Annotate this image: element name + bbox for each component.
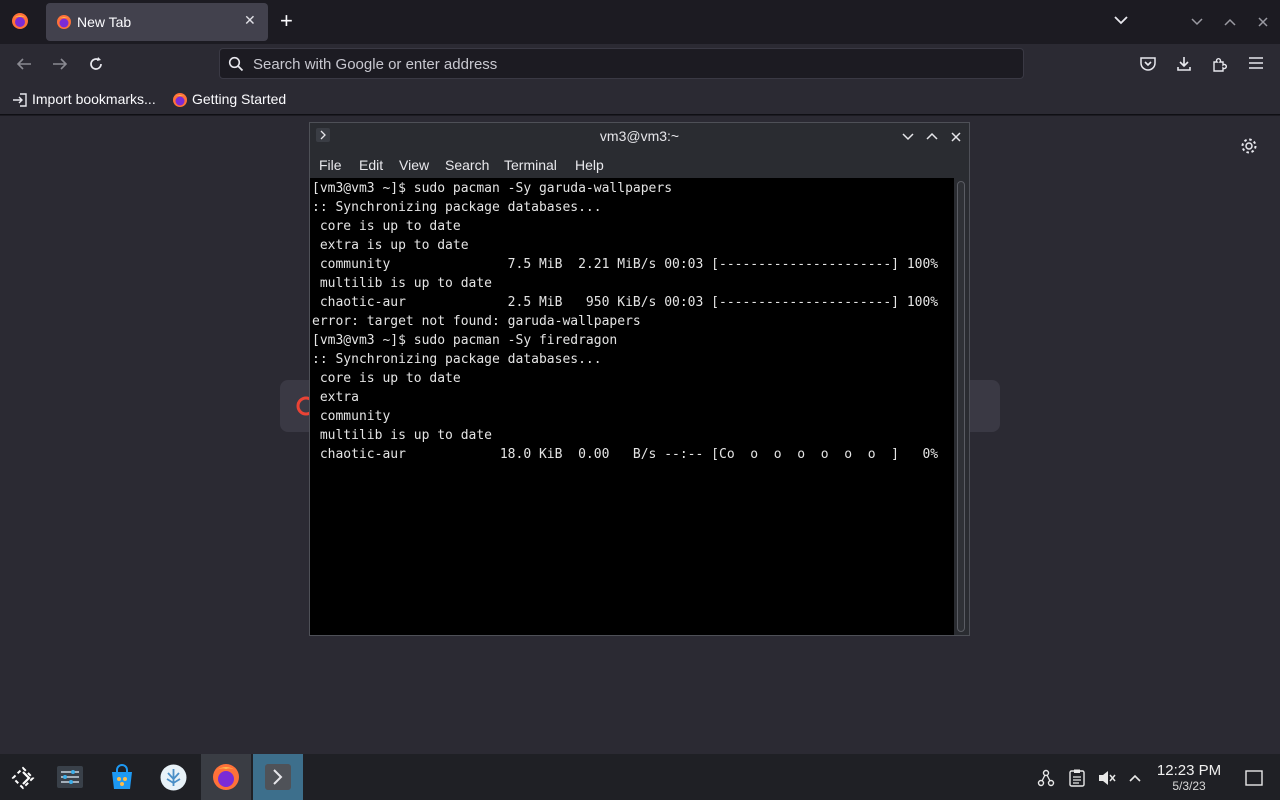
terminal-titlebar[interactable]: vm3@vm3:~ [310, 123, 969, 150]
settings-app-icon[interactable] [46, 754, 96, 800]
import-icon [12, 92, 28, 113]
address-bar[interactable]: Search with Google or enter address [219, 48, 1024, 79]
search-icon [228, 56, 244, 77]
terminal-line: :: Synchronizing package databases... [312, 352, 602, 367]
terminal-line: extra [312, 390, 359, 405]
terminal-line: error: target not found: garuda-wallpape… [312, 314, 641, 329]
navigation-toolbar: Search with Google or enter address [0, 44, 1280, 84]
terminal-line: community 7.5 MiB 2.21 MiB/s 00:03 [----… [312, 257, 939, 272]
discover-store-icon[interactable] [97, 754, 147, 800]
taskbar-firefox[interactable] [201, 754, 251, 800]
firefox-menu-icon[interactable] [11, 12, 29, 35]
terminal-line: multilib is up to date [312, 276, 493, 291]
maximize-window-icon[interactable] [1223, 15, 1237, 33]
terminal-maximize-icon[interactable] [925, 129, 939, 147]
browser-tab-bar: New Tab ✕ + [0, 0, 1280, 44]
list-all-tabs-icon[interactable] [1113, 12, 1129, 33]
bookmark-getting-started[interactable]: Getting Started [192, 91, 286, 107]
clock-date[interactable]: 5/3/23 [1150, 780, 1228, 793]
show-desktop-icon[interactable] [1245, 770, 1263, 791]
terminal-output[interactable]: [vm3@vm3 ~]$ sudo pacman -Sy garuda-wall… [310, 178, 954, 635]
terminal-line: extra is up to date [312, 238, 469, 253]
clipboard-icon[interactable] [1069, 769, 1085, 792]
pocket-icon[interactable] [1139, 55, 1157, 78]
firefox-icon [56, 14, 72, 35]
tab-new-tab[interactable]: New Tab ✕ [46, 3, 268, 41]
close-tab-icon[interactable]: ✕ [244, 12, 256, 29]
menu-file[interactable]: File [319, 157, 342, 173]
terminal-line: chaotic-aur 18.0 KiB 0.00 B/s --:-- [Co … [312, 447, 939, 462]
clock-time[interactable]: 12:23 PM [1150, 763, 1228, 779]
tab-title: New Tab [77, 14, 132, 30]
menu-edit[interactable]: Edit [359, 157, 383, 173]
terminal-line: community [312, 409, 391, 424]
forward-arrow-icon[interactable] [51, 56, 69, 77]
taskbar-terminal[interactable] [253, 754, 303, 800]
extensions-icon[interactable] [1211, 55, 1229, 78]
minimize-window-icon[interactable] [1190, 15, 1204, 33]
new-tab-button[interactable]: + [280, 9, 293, 33]
terminal-line: chaotic-aur 2.5 MiB 950 KiB/s 00:03 [---… [312, 295, 939, 310]
terminal-window: vm3@vm3:~ File Edit View Search Terminal… [309, 122, 970, 636]
bookmark-import[interactable]: Import bookmarks... [32, 91, 156, 107]
back-arrow-icon[interactable] [15, 56, 33, 77]
terminal-line: :: Synchronizing package databases... [312, 200, 602, 215]
hamburger-menu-icon[interactable] [1248, 56, 1264, 75]
downloads-icon[interactable] [1175, 55, 1193, 78]
menu-help[interactable]: Help [575, 157, 604, 173]
terminal-close-icon[interactable] [950, 130, 962, 148]
taskbar: 12:23 PM 5/3/23 [0, 754, 1280, 800]
scrollbar-thumb[interactable] [957, 181, 965, 632]
firefox-icon [172, 92, 188, 113]
volume-muted-icon[interactable] [1097, 769, 1117, 792]
terminal-minimize-icon[interactable] [901, 130, 915, 148]
terminal-menubar: File Edit View Search Terminal Help [310, 152, 969, 178]
reload-icon[interactable] [87, 55, 105, 78]
menu-search[interactable]: Search [445, 157, 489, 173]
terminal-line: core is up to date [312, 219, 461, 234]
garuda-app-icon[interactable] [149, 754, 199, 800]
settings-gear-icon[interactable] [1240, 137, 1258, 160]
terminal-scrollbar[interactable] [954, 178, 969, 635]
app-launcher-button[interactable] [0, 754, 50, 800]
terminal-line: [vm3@vm3 ~]$ sudo pacman -Sy firedragon [312, 333, 618, 348]
bookmarks-toolbar: Import bookmarks... Getting Started [0, 84, 1280, 115]
terminal-line: multilib is up to date [312, 428, 493, 443]
close-window-icon[interactable] [1257, 15, 1269, 33]
terminal-line: [vm3@vm3 ~]$ sudo pacman -Sy garuda-wall… [312, 181, 673, 196]
address-placeholder: Search with Google or enter address [253, 56, 498, 73]
menu-terminal[interactable]: Terminal [504, 157, 557, 173]
menu-view[interactable]: View [399, 157, 429, 173]
terminal-line: core is up to date [312, 371, 461, 386]
network-icon[interactable] [1037, 769, 1055, 792]
terminal-title: vm3@vm3:~ [599, 128, 680, 144]
show-hidden-icons-chevron[interactable] [1128, 771, 1142, 789]
